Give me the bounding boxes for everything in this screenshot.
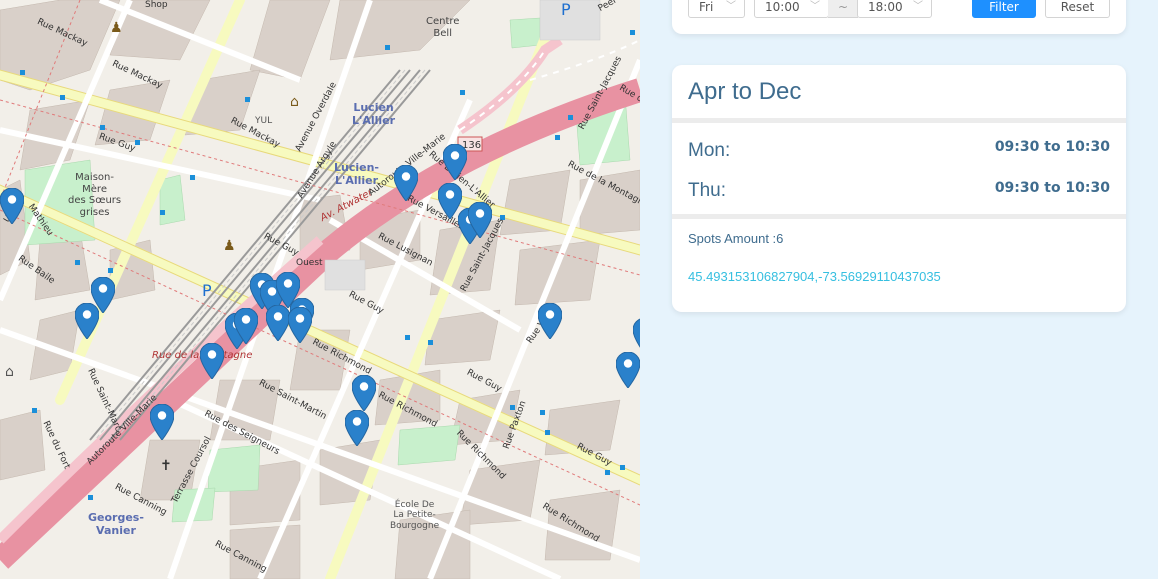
schedule-day-label: Mon: bbox=[688, 140, 731, 161]
map-label-ecole: École De La Petite- Bourgogne bbox=[390, 500, 440, 531]
svg-text:♟: ♟ bbox=[223, 238, 236, 254]
map-marker-icon[interactable] bbox=[616, 352, 640, 388]
chevron-down-icon: ﹀ bbox=[810, 1, 820, 12]
schedule-time-value: 09:30 to 10:30 bbox=[994, 139, 1110, 155]
street-map[interactable]: P P 136 ⌂ ♟ ♟ ⌂ ✝ Centre Bell Lucien L'A… bbox=[0, 0, 640, 579]
parking-info-card: Apr to Dec Mon: 09:30 to 10:30 Thu: 09:3… bbox=[672, 65, 1126, 312]
map-marker-icon[interactable] bbox=[394, 165, 418, 201]
map-marker-icon[interactable] bbox=[0, 188, 24, 224]
map-label-lucien-lallier-metro: Lucien- L'Allier bbox=[334, 161, 379, 187]
end-time-value: 18:00 bbox=[868, 0, 903, 14]
reset-button[interactable]: Reset bbox=[1045, 0, 1110, 18]
map-marker-icon[interactable] bbox=[633, 318, 640, 354]
map-label-centre-bell: Centre Bell bbox=[426, 16, 460, 39]
map-marker-icon[interactable] bbox=[200, 343, 224, 379]
svg-text:✝: ✝ bbox=[160, 458, 172, 474]
map-marker-icon[interactable] bbox=[75, 303, 99, 339]
map-marker-icon[interactable] bbox=[352, 375, 376, 411]
map-marker-icon[interactable] bbox=[234, 308, 258, 344]
side-panel: Fri ﹀ 10:00 ﹀ ~ 18:00 ﹀ Filter Reset Apr… bbox=[640, 0, 1158, 579]
map-marker-icon[interactable] bbox=[345, 410, 369, 446]
map-label-yul: YUL bbox=[255, 116, 273, 126]
svg-text:⌂: ⌂ bbox=[5, 364, 14, 380]
map-marker-icon[interactable] bbox=[266, 305, 290, 341]
map-label-lucien-lallier-station: Lucien L'Allier bbox=[352, 101, 396, 127]
svg-text:♟: ♟ bbox=[110, 20, 123, 36]
divider bbox=[672, 214, 1126, 219]
chevron-down-icon: ﹀ bbox=[913, 1, 923, 12]
end-time-select[interactable]: 18:00 ﹀ bbox=[857, 0, 932, 18]
coordinates-link[interactable]: 45.493153106827904,-73.56929110437035 bbox=[688, 269, 941, 284]
divider bbox=[672, 118, 1126, 123]
filter-button[interactable]: Filter bbox=[972, 0, 1036, 18]
svg-text:P: P bbox=[561, 0, 571, 19]
map-label-ouest: Ouest bbox=[296, 258, 323, 268]
map-marker-icon[interactable] bbox=[443, 144, 467, 180]
start-time-select[interactable]: 10:00 ﹀ bbox=[754, 0, 829, 18]
schedule-day-label: Thu: bbox=[688, 180, 727, 201]
spots-amount: Spots Amount :6 bbox=[688, 231, 784, 246]
svg-text:⌂: ⌂ bbox=[290, 94, 299, 110]
filter-card: Fri ﹀ 10:00 ﹀ ~ 18:00 ﹀ Filter Reset bbox=[672, 0, 1126, 34]
map-label-shop: Shop bbox=[145, 0, 168, 10]
map-marker-icon[interactable] bbox=[288, 307, 312, 343]
map-label-maison-mere: Maison- Mère des Sœurs grises bbox=[68, 172, 122, 218]
day-select[interactable]: Fri ﹀ bbox=[688, 0, 745, 18]
svg-text:P: P bbox=[202, 281, 212, 300]
schedule-time-value: 09:30 to 10:30 bbox=[994, 180, 1110, 196]
start-time-value: 10:00 bbox=[765, 0, 800, 14]
map-marker-icon[interactable] bbox=[538, 303, 562, 339]
period-title: Apr to Dec bbox=[688, 78, 802, 105]
map-label-georges-vanier: Georges- Vanier bbox=[88, 511, 144, 537]
map-marker-icon[interactable] bbox=[150, 404, 174, 440]
day-select-value: Fri bbox=[699, 0, 714, 14]
chevron-down-icon: ﹀ bbox=[726, 1, 736, 12]
map-marker-icon[interactable] bbox=[468, 202, 492, 238]
time-range-separator: ~ bbox=[828, 0, 858, 18]
